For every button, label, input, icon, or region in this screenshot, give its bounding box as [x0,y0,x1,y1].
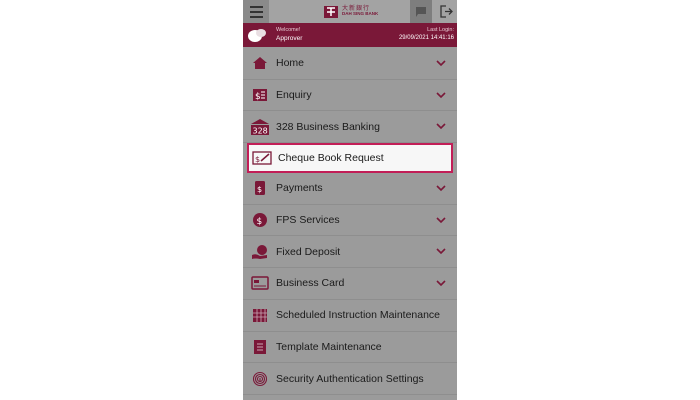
menu-item-scheduled-instruction-maintenance[interactable]: Scheduled Instruction Maintenance [243,300,457,332]
payments-icon: $ [250,179,270,197]
chevron-down-icon [436,185,446,192]
fingerprint-icon [250,370,270,388]
menu-item-label: Enquiry [276,89,312,102]
chevron-down-icon [436,60,446,67]
bank-logo-icon [324,5,338,18]
fixed-deposit-icon [250,243,270,261]
chevron-down-icon [436,280,446,287]
menu-item-home[interactable]: Home [243,48,457,80]
menu-item-label: 328 Business Banking [276,120,380,133]
template-icon [250,338,270,356]
business-banking-icon: 328 [250,118,270,136]
menu-item-template-maintenance[interactable]: Template Maintenance [243,332,457,364]
menu-item-security-authentication-settings[interactable]: Security Authentication Settings [243,363,457,395]
fps-icon: $ [250,211,270,229]
menu-item-business-card[interactable]: Business Card [243,268,457,300]
menu-item-fixed-deposit[interactable]: Fixed Deposit [243,236,457,269]
chevron-down-icon [436,217,446,223]
chat-avatar-icon [248,29,266,42]
svg-text:$: $ [257,217,263,227]
menu-item-cheque-book-request[interactable]: $ Cheque Book Request [247,143,453,174]
notification-button[interactable] [410,0,432,23]
chevron-down-icon [436,248,446,255]
menu-item-fps-services[interactable]: $ FPS Services [243,205,457,237]
menu-item-label: Security Authentication Settings [276,372,424,385]
menu-item-328-business-banking[interactable]: 328 328 Business Banking [243,111,457,144]
top-bar: 大新銀行 DAH SING BANK [243,0,457,23]
user-role: Approver [276,35,303,42]
enquiry-icon: $ [250,86,270,104]
last-login-time: 29/09/2021 14:41:16 [398,35,454,41]
menu-item-label: Template Maintenance [276,340,382,353]
last-login-label: Last Login: [427,27,454,33]
hamburger-icon [249,5,263,8]
flag-icon [416,6,426,17]
logout-icon [440,5,453,18]
welcome-label: Welcome! [276,27,301,33]
main-menu: Home $ Enquiry 328 328 Business Banking … [243,48,457,395]
chevron-down-icon [436,92,446,98]
mobile-app-screen: 大新銀行 DAH SING BANK Welcome! Approver Las… [243,0,457,400]
menu-item-label: Business Card [276,277,345,290]
home-icon [250,54,270,72]
menu-item-enquiry[interactable]: $ Enquiry [243,80,457,112]
card-icon [250,274,270,292]
menu-item-label: FPS Services [276,214,340,227]
menu-item-label: Fixed Deposit [276,245,341,258]
logout-button[interactable] [436,0,457,23]
svg-text:$: $ [255,92,261,102]
cheque-icon: $ [252,149,272,167]
svg-text:$: $ [255,155,260,164]
menu-item-payments[interactable]: $ Payments [243,173,457,205]
bank-logo: 大新銀行 DAH SING BANK [323,3,378,20]
menu-item-label: Cheque Book Request [278,152,384,165]
bank-name-en: DAH SING BANK [342,11,379,17]
calendar-icon [250,306,270,324]
menu-toggle-button[interactable] [243,0,269,23]
menu-item-label: Home [276,57,305,70]
chevron-down-icon [436,123,446,130]
svg-text:328: 328 [253,126,268,135]
menu-item-label: Payments [276,182,323,195]
svg-text:$: $ [257,185,262,194]
menu-item-label: Scheduled Instruction Maintenance [276,309,441,322]
